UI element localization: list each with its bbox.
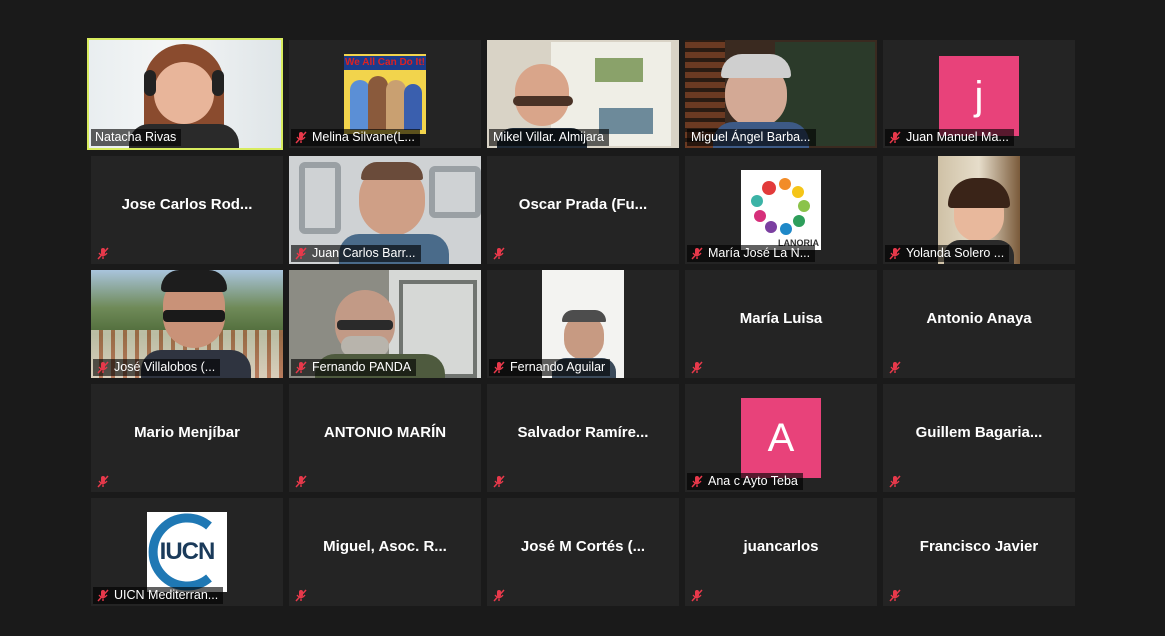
muted-mic-icon bbox=[97, 247, 109, 260]
muted-mic-icon bbox=[295, 361, 307, 374]
participant-tile[interactable]: José Villalobos (... bbox=[91, 270, 283, 378]
muted-mic-icon bbox=[97, 475, 109, 488]
participant-name-label: Yolanda Solero ... bbox=[885, 245, 1010, 262]
muted-mic-icon bbox=[691, 589, 703, 602]
participant-name-label: María José La N... bbox=[687, 245, 816, 262]
participant-tile[interactable]: Jose Carlos Rod... bbox=[91, 156, 283, 264]
participant-tile[interactable]: Antonio Anaya bbox=[883, 270, 1075, 378]
participant-name-label: Melina Silvane(L... bbox=[291, 129, 420, 146]
participant-name: Guillem Bagaria... bbox=[915, 424, 1043, 441]
participant-name: José M Cortés (... bbox=[520, 538, 646, 555]
participant-tile[interactable]: Miguel, Asoc. R... bbox=[289, 498, 481, 606]
gallery-view: Natacha Rivas We All Can Do It! Melina S… bbox=[0, 0, 1165, 636]
participant-name-label: Miguel Ángel Barba... bbox=[687, 129, 816, 146]
participant-tile[interactable]: A Ana c Ayto Teba bbox=[685, 384, 877, 492]
participant-tile[interactable]: LANORIA María José La N... bbox=[685, 156, 877, 264]
participant-name: Oscar Prada (Fu... bbox=[518, 196, 648, 213]
avatar: A bbox=[741, 398, 821, 478]
participant-name: Mario Menjíbar bbox=[134, 424, 240, 441]
participant-name: Miguel, Asoc. R... bbox=[323, 538, 447, 555]
participant-tile[interactable]: ANTONIO MARÍN bbox=[289, 384, 481, 492]
muted-mic-icon bbox=[493, 247, 505, 260]
profile-picture: LANORIA bbox=[741, 170, 821, 250]
participant-name-label: UICN Mediterran... bbox=[93, 587, 224, 604]
profile-picture-caption: IUCN bbox=[159, 538, 216, 565]
participant-name-label: Ana c Ayto Teba bbox=[687, 473, 803, 490]
participant-name-label: Fernando Aguilar bbox=[489, 359, 611, 376]
participant-tile[interactable]: j Juan Manuel Ma... bbox=[883, 40, 1075, 148]
muted-mic-icon bbox=[691, 247, 703, 260]
participant-tile[interactable]: María Luisa bbox=[685, 270, 877, 378]
participant-name-label: Juan Carlos Barr... bbox=[291, 245, 421, 262]
participant-name-label: José Villalobos (... bbox=[93, 359, 221, 376]
participant-tile[interactable]: Yolanda Solero ... bbox=[883, 156, 1075, 264]
participant-tile[interactable]: Francisco Javier bbox=[883, 498, 1075, 606]
muted-mic-icon bbox=[691, 361, 703, 374]
participant-tile[interactable]: We All Can Do It! Melina Silvane(L... bbox=[289, 40, 481, 148]
participant-name: ANTONIO MARÍN bbox=[323, 424, 447, 441]
participant-tile[interactable]: Natacha Rivas bbox=[87, 38, 283, 150]
muted-mic-icon bbox=[493, 475, 505, 488]
muted-mic-icon bbox=[295, 131, 307, 144]
muted-mic-icon bbox=[889, 247, 901, 260]
muted-mic-icon bbox=[97, 589, 109, 602]
participant-tile[interactable]: Miguel Ángel Barba... bbox=[685, 40, 877, 148]
participant-tile[interactable]: Oscar Prada (Fu... bbox=[487, 156, 679, 264]
participant-name-label: Natacha Rivas bbox=[91, 129, 182, 146]
participant-tile[interactable]: juancarlos bbox=[685, 498, 877, 606]
participant-name: Antonio Anaya bbox=[926, 310, 1032, 327]
muted-mic-icon bbox=[493, 361, 505, 374]
participant-name-label: Mikel Villar. Almijara bbox=[489, 129, 609, 146]
muted-mic-icon bbox=[295, 475, 307, 488]
muted-mic-icon bbox=[889, 475, 901, 488]
avatar: j bbox=[939, 56, 1019, 136]
muted-mic-icon bbox=[97, 361, 109, 374]
profile-picture: IUCN bbox=[147, 512, 227, 592]
participant-tile[interactable]: IUCN UICN Mediterran... bbox=[91, 498, 283, 606]
participant-tile[interactable]: Mario Menjíbar bbox=[91, 384, 283, 492]
participant-name: María Luisa bbox=[739, 310, 823, 327]
profile-picture-caption: We All Can Do It! bbox=[344, 56, 426, 70]
participant-tile[interactable]: Mikel Villar. Almijara bbox=[487, 40, 679, 148]
muted-mic-icon bbox=[493, 589, 505, 602]
participant-tile[interactable]: Fernando Aguilar bbox=[487, 270, 679, 378]
participant-tile[interactable]: José M Cortés (... bbox=[487, 498, 679, 606]
participant-tile[interactable]: Guillem Bagaria... bbox=[883, 384, 1075, 492]
muted-mic-icon bbox=[889, 361, 901, 374]
muted-mic-icon bbox=[889, 589, 901, 602]
participant-tile[interactable]: Salvador Ramíre... bbox=[487, 384, 679, 492]
participant-tile[interactable]: Juan Carlos Barr... bbox=[289, 156, 481, 264]
participant-name: Francisco Javier bbox=[919, 538, 1039, 555]
profile-picture: We All Can Do It! bbox=[344, 54, 426, 134]
participant-name: Salvador Ramíre... bbox=[517, 424, 649, 441]
muted-mic-icon bbox=[691, 475, 703, 488]
participant-name: Jose Carlos Rod... bbox=[121, 196, 253, 213]
participant-name-label: Juan Manuel Ma... bbox=[885, 129, 1014, 146]
participant-tile[interactable]: Fernando PANDA bbox=[289, 270, 481, 378]
muted-mic-icon bbox=[295, 589, 307, 602]
muted-mic-icon bbox=[295, 247, 307, 260]
muted-mic-icon bbox=[889, 131, 901, 144]
participant-name: juancarlos bbox=[743, 538, 819, 555]
participant-name-label: Fernando PANDA bbox=[291, 359, 417, 376]
